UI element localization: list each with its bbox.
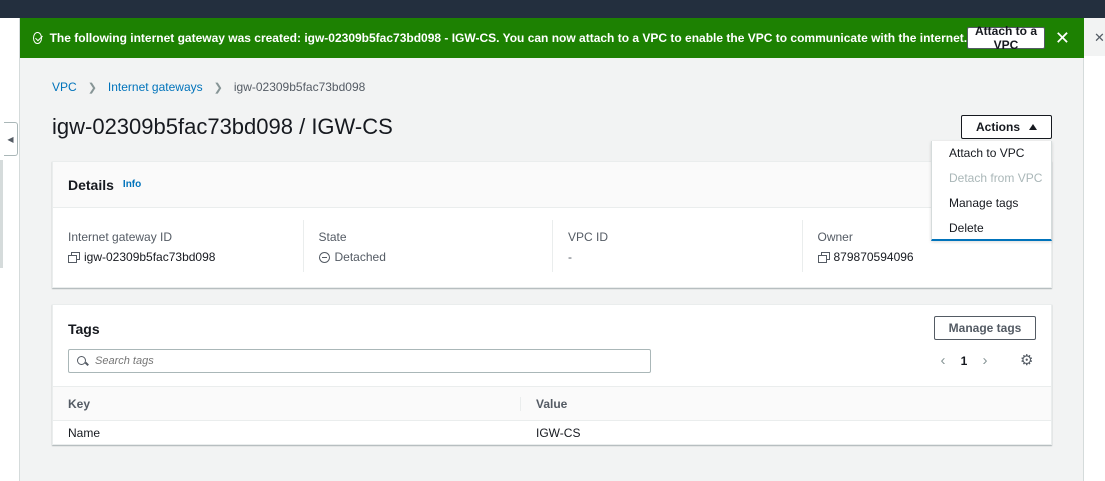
search-tags-field[interactable] [68,349,651,373]
next-page-icon[interactable]: › [978,352,992,369]
current-page-number[interactable]: 1 [950,354,978,368]
manage-tags-button[interactable]: Manage tags [934,316,1036,340]
caret-up-icon [1029,124,1037,130]
field-value-row: 879870594096 [817,250,1052,264]
dismiss-flashbar-icon[interactable]: ✕ [1055,29,1070,47]
pagination: ‹ 1 › [936,352,992,369]
left-navigation-rail: ◀ [0,18,20,481]
field-value: Detached [334,250,386,264]
page-title: igw-02309b5fac73bd098 / IGW-CS [52,114,393,139]
breadcrumb: VPC ❯ Internet gateways ❯ igw-02309b5fac… [52,80,365,94]
menu-item-delete[interactable]: Delete [932,215,1051,240]
actions-button[interactable]: Actions [961,115,1052,139]
top-navigation-bar [0,0,1105,18]
info-link[interactable]: Info [123,179,141,190]
details-fields: Internet gateway ID igw-02309b5fac73bd09… [53,220,1051,272]
success-flashbar: The following internet gateway was creat… [20,18,1084,58]
actions-menu: Attach to VPC Detach from VPC Manage tag… [931,141,1052,241]
breadcrumb-vpc[interactable]: VPC [52,80,77,94]
column-header-value[interactable]: Value [520,396,987,411]
chevron-right-icon: ❯ [87,81,97,94]
field-label: VPC ID [568,230,609,244]
field-value: - [568,250,572,264]
field-internet-gateway-id: Internet gateway ID igw-02309b5fac73bd09… [53,220,303,272]
menu-item-manage-tags[interactable]: Manage tags [932,190,1051,215]
field-value-row: - [568,250,802,264]
table-row: Name IGW-CS [53,421,1051,445]
previous-page-icon[interactable]: ‹ [936,352,950,369]
menu-item-attach-to-vpc[interactable]: Attach to VPC [932,140,1051,165]
field-state: State Detached [302,220,553,272]
expand-navigation-icon[interactable]: ◀ [4,122,18,156]
field-value-row: igw-02309b5fac73bd098 [68,250,303,264]
copy-icon[interactable] [68,252,80,263]
details-title: Details [68,176,114,193]
right-panel-edge [1083,56,1105,481]
tags-title: Tags [68,321,100,337]
search-input[interactable] [95,355,595,367]
cell-value: IGW-CS [536,426,581,440]
rail-divider [0,160,3,268]
column-header-key[interactable]: Key [53,397,520,411]
field-label: Internet gateway ID [68,230,173,244]
table-header-row: Key Value [53,386,1051,421]
chevron-right-icon: ❯ [213,81,223,94]
tags-table: Key Value Name IGW-CS [53,386,1051,445]
field-value: igw-02309b5fac73bd098 [84,250,216,264]
tags-header: Tags [68,321,100,339]
close-icon[interactable]: ✕ [1094,30,1105,46]
field-label: State [318,230,347,244]
gear-icon[interactable]: ⚙ [1020,353,1033,368]
copy-icon[interactable] [817,252,830,263]
breadcrumb-current: igw-02309b5fac73bd098 [233,80,366,94]
menu-item-detach-from-vpc: Detach from VPC [949,170,1043,185]
details-header: Details Info [53,162,1051,208]
field-vpc-id: VPC ID - [552,220,802,272]
search-icon [77,355,88,367]
field-value-row: Detached [318,250,553,264]
details-panel: Details Info Internet gateway ID igw-023… [52,161,1052,288]
tags-panel: Tags Manage tags ‹ 1 › ⚙ Key Value Name … [52,304,1052,445]
attach-to-vpc-button[interactable]: Attach to a VPC [967,24,1045,52]
actions-button-label: Actions [975,120,1020,134]
field-value: 879870594096 [833,250,914,264]
cell-key: Name [68,426,101,440]
stopped-status-icon [318,251,330,263]
flashbar-message: The following internet gateway was creat… [49,31,968,45]
breadcrumb-internet-gateways[interactable]: Internet gateways [108,80,203,94]
success-icon [33,32,42,44]
